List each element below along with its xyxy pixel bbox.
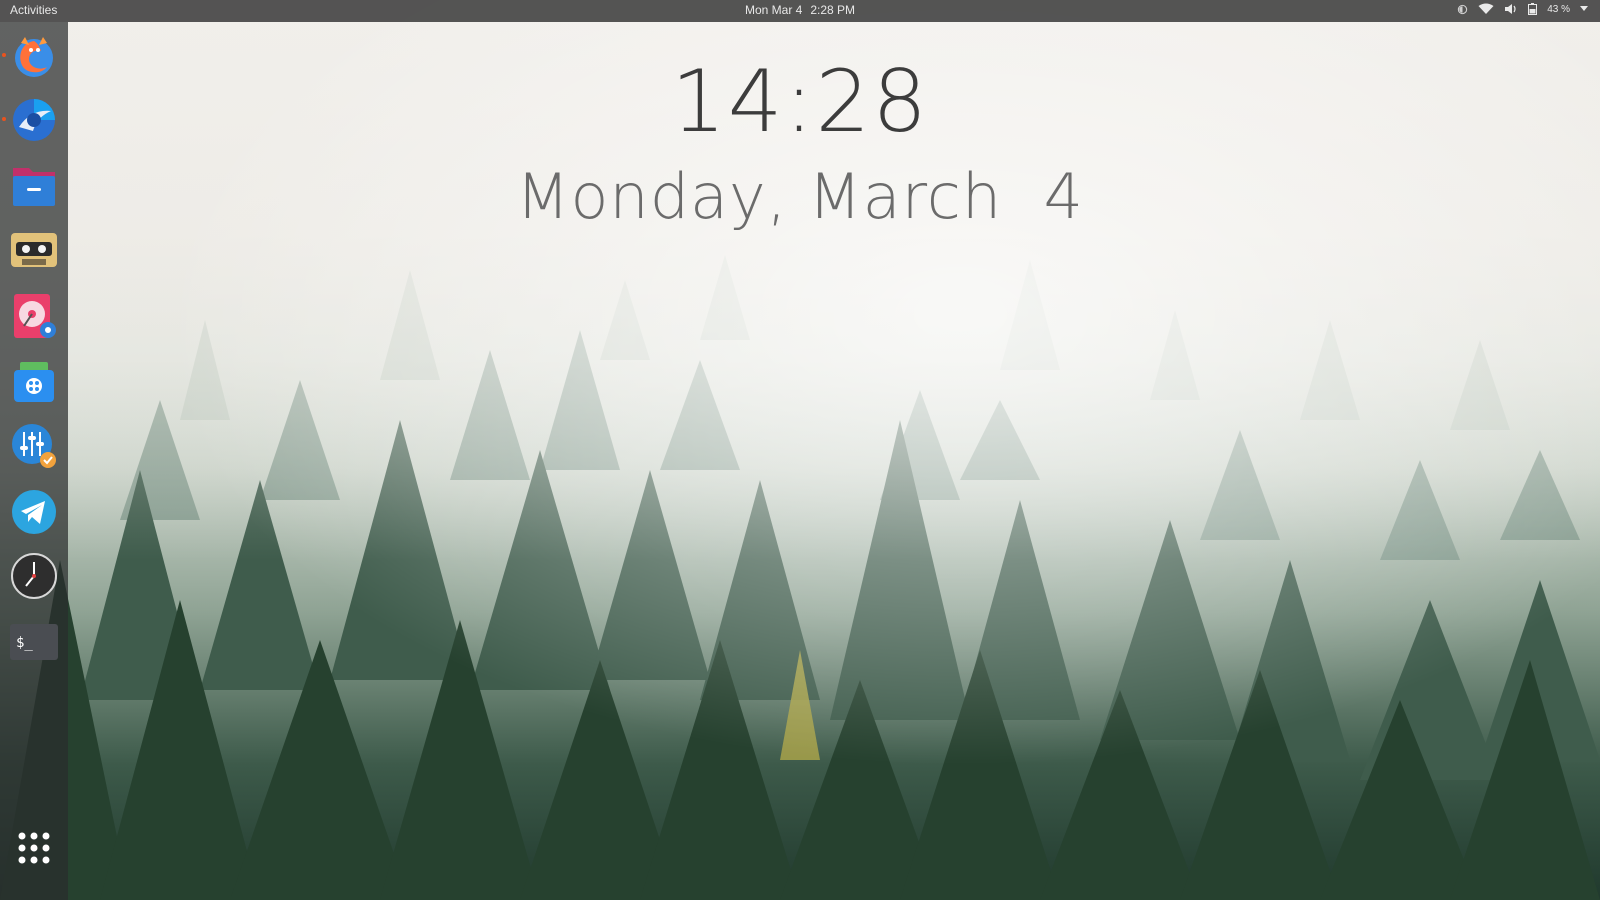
- terminal-prompt: $_: [16, 635, 33, 651]
- store-icon: [14, 362, 54, 402]
- dock-item-cassette[interactable]: [8, 224, 60, 276]
- dock-item-firefox[interactable]: [2, 30, 60, 82]
- desktop-clock-date: Monday, March 4: [515, 160, 1085, 233]
- system-tray[interactable]: 43 %: [1457, 3, 1588, 15]
- chevron-down-icon: [1580, 6, 1588, 12]
- running-indicator: [2, 117, 6, 121]
- top-bar: Activities Mon Mar 4 2:28 PM 43 %: [0, 0, 1600, 22]
- volume-icon: [1504, 3, 1518, 15]
- night-light-icon: [1457, 4, 1468, 15]
- telegram-icon: [12, 490, 56, 534]
- browser-icon: [13, 99, 55, 141]
- dock-item-disk-utility[interactable]: [8, 290, 60, 342]
- sliders-icon: [12, 424, 56, 468]
- dock-item-clocks[interactable]: [8, 550, 60, 602]
- firefox-icon: [15, 37, 53, 77]
- disk-settings-icon: [14, 294, 56, 338]
- topbar-date: Mon Mar 4: [744, 3, 803, 17]
- dock-item-terminal[interactable]: $_: [8, 616, 60, 668]
- battery-icon: [1528, 3, 1538, 15]
- battery-percent: 43 %: [1547, 3, 1570, 15]
- clock-icon: [11, 553, 57, 599]
- dock-item-software-store[interactable]: [8, 356, 60, 408]
- dock-item-files[interactable]: [8, 160, 60, 212]
- topbar-clock[interactable]: Mon Mar 4 2:28 PM: [0, 3, 1600, 17]
- dock-item-telegram[interactable]: [8, 486, 60, 538]
- cassette-icon: [11, 233, 57, 267]
- dock-item-browser[interactable]: [2, 94, 60, 146]
- dock: $_: [0, 22, 68, 900]
- terminal-icon: $_: [10, 624, 58, 660]
- wifi-icon: [1478, 3, 1494, 15]
- desktop-clock-time: 14:28: [671, 52, 929, 152]
- show-apps-button[interactable]: [8, 822, 60, 874]
- running-indicator: [2, 53, 6, 57]
- app-grid-icon: [18, 832, 50, 864]
- files-icon: [13, 168, 55, 206]
- topbar-time: 2:28 PM: [810, 3, 856, 17]
- dock-item-tweaks[interactable]: [8, 420, 60, 472]
